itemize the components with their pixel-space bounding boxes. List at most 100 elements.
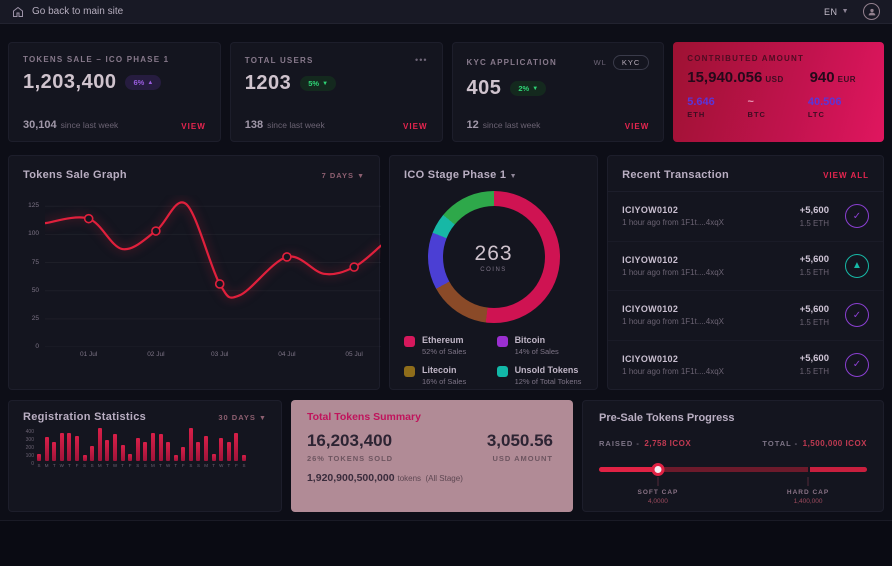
transaction-row[interactable]: ICIYOW0102 1 hour ago from 1F1t....4xqX … — [608, 291, 883, 341]
check-icon: ✓ — [845, 353, 869, 377]
bar-day-label: T — [212, 463, 215, 468]
eth-triangle-icon: ▲ — [845, 254, 869, 278]
wl-tab[interactable]: WL — [594, 58, 607, 67]
card-kyc-application: KYC APPLICATION WL KYC 405 2%▼ 12since l… — [452, 42, 665, 142]
bar: F — [128, 454, 132, 461]
legend-item: Litecoin 16% of Sales — [404, 365, 491, 386]
transaction-id: ICIYOW0102 — [622, 255, 800, 265]
bar-day-label: S — [136, 463, 139, 468]
legend-desc: 12% of Total Tokens — [515, 377, 582, 386]
bar-day-label: F — [76, 463, 79, 468]
btc-contribution: ~ BTC — [748, 96, 808, 119]
delta-value: 30,104since last week — [23, 119, 118, 131]
back-to-main-site[interactable]: Go back to main site — [12, 6, 123, 18]
x-tick-label: 05 Jul — [345, 351, 362, 358]
bar: M — [45, 437, 49, 461]
view-button[interactable]: VIEW — [625, 122, 649, 131]
kyc-tab[interactable]: KYC — [613, 55, 649, 70]
arrow-down-icon: ▼ — [322, 81, 328, 87]
eth-contribution: 5.646 ETH — [687, 96, 747, 119]
bar-day-label: T — [106, 463, 109, 468]
bar: T — [67, 433, 71, 461]
bar: M — [151, 433, 155, 461]
back-label: Go back to main site — [32, 6, 123, 17]
line-marker — [85, 215, 93, 223]
transaction-meta: 1 hour ago from 1F1t....4xqX — [622, 268, 800, 277]
chevron-down-icon: ▼ — [510, 173, 517, 180]
x-tick-label: 01 Jul — [80, 351, 97, 358]
bar-day-label: M — [98, 463, 102, 468]
view-button[interactable]: VIEW — [181, 122, 205, 131]
transaction-row[interactable]: ICIYOW0102 1 hour ago from 1F1t....4xqX … — [608, 341, 883, 390]
panel-title: Registration Statistics — [23, 411, 146, 423]
bar-day-label: M — [45, 463, 49, 468]
trend-badge: 6%▲ — [125, 75, 161, 90]
bar: M — [204, 436, 208, 461]
transaction-amount: +5,600 — [800, 205, 829, 216]
legend-desc: 16% of Sales — [422, 377, 466, 386]
presale-progress-panel: Pre-Sale Tokens Progress RAISED - 2,758 … — [582, 400, 884, 512]
range-dropdown[interactable]: 30 DAYS ▼ — [218, 413, 267, 422]
view-all-button[interactable]: VIEW ALL — [823, 171, 869, 180]
bar-y-tick: 0 — [31, 461, 34, 467]
bar: T — [105, 440, 109, 461]
panel-title: Tokens Sale Graph — [23, 169, 127, 181]
progress-handle[interactable] — [651, 463, 664, 476]
card-title: TOTAL USERS — [245, 56, 314, 65]
line-marker — [152, 227, 160, 235]
legend-name: Bitcoin — [515, 335, 559, 345]
check-icon: ✓ — [845, 303, 869, 327]
bar-day-label: S — [189, 463, 192, 468]
legend-item: Ethereum 52% of Sales — [404, 335, 491, 356]
transaction-amount: +5,600 — [800, 304, 829, 315]
bar: F — [75, 436, 79, 461]
card-tokens-sale: TOKENS SALE – ICO PHASE 1 1,203,400 6%▲ … — [8, 42, 221, 142]
transaction-id: ICIYOW0102 — [622, 205, 800, 215]
bar-day-label: T — [159, 463, 162, 468]
bar-day-label: M — [151, 463, 155, 468]
usd-amount: 15,940.056USD — [687, 69, 783, 87]
legend-swatch — [497, 366, 508, 377]
transaction-row[interactable]: ICIYOW0102 1 hour ago from 1F1t....4xqX … — [608, 242, 883, 292]
bar-day-label: T — [227, 463, 230, 468]
transaction-row[interactable]: ICIYOW0102 1 hour ago from 1F1t....4xqX … — [608, 192, 883, 242]
transaction-id: ICIYOW0102 — [622, 354, 800, 364]
range-dropdown[interactable]: 7 DAYS ▼ — [322, 171, 365, 180]
bar-day-label: F — [235, 463, 238, 468]
bar-y-tick: 400 — [26, 429, 34, 435]
bar-day-label: S — [144, 463, 147, 468]
card-title: TOKENS SALE – ICO PHASE 1 — [23, 55, 169, 64]
legend-item: Bitcoin 14% of Sales — [497, 335, 584, 356]
legend-desc: 14% of Sales — [515, 347, 559, 356]
card-title: CONTRIBUTED AMOUNT — [687, 54, 870, 63]
legend-name: Ethereum — [422, 335, 466, 345]
eur-amount: 940EUR — [810, 69, 856, 87]
line-marker — [350, 263, 358, 271]
y-tick-label: 0 — [19, 343, 39, 350]
x-tick-label: 03 Jul — [211, 351, 228, 358]
line-marker — [216, 280, 224, 288]
total-users-value: 1203 — [245, 72, 292, 95]
coins-label: COINS — [480, 267, 507, 273]
panel-title: Recent Transaction — [622, 169, 729, 181]
transaction-amount: +5,600 — [800, 353, 829, 364]
panel-title[interactable]: ICO Stage Phase 1 ▼ — [404, 169, 517, 181]
bar: S — [189, 428, 193, 461]
dots-menu-icon[interactable]: ••• — [415, 55, 427, 65]
bar: F — [234, 433, 238, 461]
user-avatar[interactable] — [863, 3, 880, 20]
bar: T — [52, 442, 56, 461]
bar-y-tick: 200 — [26, 445, 34, 451]
view-button[interactable]: VIEW — [403, 122, 427, 131]
delta-note: since last week — [61, 120, 119, 130]
ltc-contribution: 40.506 LTC — [808, 96, 868, 119]
check-icon: ✓ — [845, 204, 869, 228]
card-title: KYC APPLICATION — [467, 58, 557, 67]
bar: T — [174, 455, 178, 461]
bar-day-label: S — [83, 463, 86, 468]
legend-swatch — [404, 336, 415, 347]
bar-day-label: T — [174, 463, 177, 468]
language-selector[interactable]: EN ▼ — [824, 7, 849, 17]
bar-day-label: F — [182, 463, 185, 468]
transaction-eth-amount: 1.5 ETH — [800, 367, 829, 376]
